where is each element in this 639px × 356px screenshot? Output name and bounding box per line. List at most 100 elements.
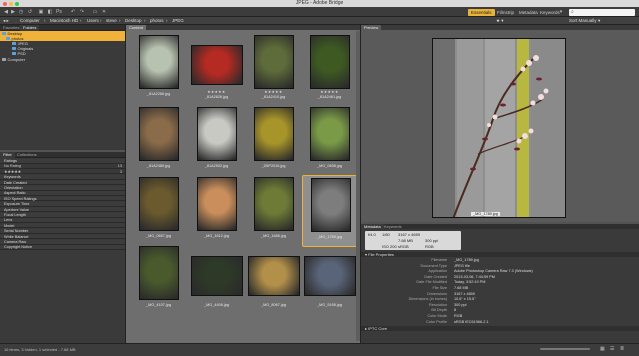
nav-back-icon[interactable]: ◂ ▸	[3, 18, 9, 24]
close-window-button[interactable]	[3, 1, 7, 6]
filter-row[interactable]: ★★★★★ 3	[0, 169, 125, 175]
filter-row[interactable]: ISO Speed Ratings	[0, 196, 125, 202]
new-folder-icon[interactable]: ▭	[92, 9, 98, 16]
view-list-icon[interactable]: ☰	[610, 346, 614, 352]
workspace-menu-icon[interactable]: ▾	[558, 9, 564, 16]
filter-row[interactable]: Lens	[0, 218, 125, 223]
thumbnail-item[interactable]: _MG_1612.jpg	[189, 175, 244, 247]
rotate-right-icon[interactable]: ↷	[79, 9, 85, 16]
content-tabs: Content	[126, 25, 361, 30]
thumbnail-filename: _81A2502.jpg	[204, 164, 229, 168]
filter-row[interactable]: Camera Raw	[0, 240, 125, 245]
filter-row[interactable]: Model	[0, 223, 125, 229]
camera-icon[interactable]: ▣	[38, 9, 44, 16]
thumbnail-image	[253, 35, 294, 89]
zoom-window-button[interactable]	[15, 1, 19, 6]
search-input[interactable]: ⌕	[569, 8, 635, 16]
filter-row[interactable]: Date Created	[0, 180, 125, 186]
filter-label: Aspect Ratio	[4, 191, 26, 196]
thumbnail-item[interactable]: _MG_4406.jpg	[189, 244, 244, 316]
crumb-jpeg[interactable]: JPEG	[172, 18, 184, 24]
thumbnail-item[interactable]: ★★★★★ _81A2461.jpg	[302, 33, 357, 105]
thumbnail-item[interactable]: ★★★★★ _81A2410.jpg	[246, 33, 301, 105]
thumbnail-item[interactable]: _MG_9185.jpg	[302, 244, 357, 316]
thumbnail-item[interactable]: ★★★★★ _81A2626.jpg	[189, 33, 244, 105]
thumbnail-filename: _MG_4107.jpg	[146, 303, 171, 307]
rating-stars[interactable]: ★★★★★	[302, 90, 357, 94]
thumbnail-image	[190, 45, 243, 85]
filter-label: Ratings	[4, 159, 17, 163]
preview-image[interactable]	[432, 38, 566, 218]
thumbnail-filename: _D5P2016.jpg	[261, 164, 286, 168]
thumbnail-item[interactable]: _D5P2016.jpg	[246, 105, 301, 177]
thumbnail-item[interactable]: _81A2502.jpg	[189, 105, 244, 177]
crumb-steve[interactable]: steve	[106, 18, 117, 24]
crumb-separator: ›	[80, 18, 82, 23]
thumbnail-size-slider[interactable]	[540, 348, 590, 350]
crumb-computer[interactable]: Computer	[20, 18, 40, 24]
thumbnail-item[interactable]: _MG_1789.jpg	[302, 175, 357, 247]
filter-row[interactable]: Orientation	[0, 186, 125, 191]
view-grid-icon[interactable]: ▦	[600, 346, 605, 352]
thumbnail-filename: _MG_4406.jpg	[204, 303, 229, 307]
thumbnail-item[interactable]: _MG_8067.jpg	[246, 244, 301, 316]
section-file-properties[interactable]: ▾ File Properties	[361, 252, 639, 257]
filter-label: Keywords	[4, 175, 21, 180]
filter-row[interactable]: Ratings	[0, 159, 125, 164]
rating-stars[interactable]: ★★★★★	[189, 90, 244, 94]
recent-icon[interactable]: ◷	[18, 9, 24, 16]
sort-chevron-icon[interactable]: ▾	[598, 18, 600, 24]
thumbnail-item[interactable]: _MG_0657.jpg	[131, 175, 186, 247]
thumbnail-item[interactable]: _81A2489.jpg	[131, 105, 186, 177]
thumbnail-item[interactable]: _MG_1686.jpg	[246, 175, 301, 247]
crumb-photos[interactable]: photos	[150, 18, 164, 24]
tab-filter[interactable]: Filter	[0, 152, 15, 158]
section-iptc-core[interactable]: ▸ IPTC Core	[361, 326, 639, 331]
filter-row[interactable]: Copyright Notice	[0, 245, 125, 250]
folder-icon	[12, 42, 16, 46]
metadata-row: Color Profile sRGB IEC61966-2.1	[361, 320, 639, 326]
filter-row[interactable]: Aspect Ratio	[0, 191, 125, 196]
placard-filesize: 7.68 MB	[398, 238, 413, 243]
rating-stars[interactable]: ★★★★★	[246, 90, 301, 94]
minimize-window-button[interactable]	[9, 1, 13, 6]
thumbnail-item[interactable]: _MG_0658.jpg	[302, 105, 357, 177]
folder-psd[interactable]: PSD	[12, 51, 26, 56]
thumbnail-item[interactable]: _81A2266.jpg	[131, 33, 186, 105]
crumb-users[interactable]: Users	[87, 18, 99, 24]
tab-preview[interactable]: Preview	[361, 25, 382, 30]
crumb-separator: ›	[119, 18, 121, 23]
filter-row[interactable]: Focal Length	[0, 213, 125, 218]
thumbnail-item[interactable]: _MG_4107.jpg	[131, 244, 186, 316]
view-details-icon[interactable]: ≣	[620, 346, 624, 352]
crumb-macintosh-hd[interactable]: Macintosh HD	[50, 18, 78, 24]
boomerang-icon[interactable]: ↺	[27, 9, 33, 16]
tab-content[interactable]: Content	[126, 25, 147, 30]
thumbnail-image	[309, 35, 350, 89]
rotate-left-icon[interactable]: ↶	[70, 9, 76, 16]
back-icon[interactable]: ◀	[3, 9, 9, 16]
filter-row[interactable]: White Balance	[0, 234, 125, 240]
tab-collections[interactable]: Collections	[14, 152, 40, 158]
tab-keywords[interactable]: Keywords	[381, 224, 405, 229]
filter-row[interactable]: Keywords	[0, 175, 125, 180]
sort-dropdown[interactable]: Sort Manually	[569, 18, 597, 24]
filter-label: Model	[4, 223, 15, 228]
thumbnail-image	[310, 178, 351, 232]
thumbnail-image	[138, 107, 179, 161]
delete-icon[interactable]: ✕	[101, 9, 107, 16]
refine-icon[interactable]: ◧	[47, 9, 53, 16]
crumb-desktop[interactable]: Desktop	[125, 18, 142, 24]
filter-label: Serial Number	[4, 229, 29, 234]
placard-aperture: f/4.0	[368, 232, 376, 237]
photoshop-icon[interactable]: Ps	[56, 9, 62, 16]
filter-row[interactable]: Aperture Value	[0, 207, 125, 213]
star-filter-icon[interactable]: ★ ▾	[496, 18, 504, 24]
filter-row[interactable]: Exposure Time	[0, 202, 125, 207]
filter-row[interactable]: Serial Number	[0, 229, 125, 234]
folder-computer[interactable]: Computer	[2, 57, 25, 62]
workspace-essentials[interactable]: Essentials	[468, 8, 495, 16]
filter-row[interactable]: No Rating 13	[0, 164, 125, 169]
forward-icon[interactable]: ▶	[10, 9, 16, 16]
workspace-filmstrip[interactable]: Filmstrip	[494, 9, 517, 16]
